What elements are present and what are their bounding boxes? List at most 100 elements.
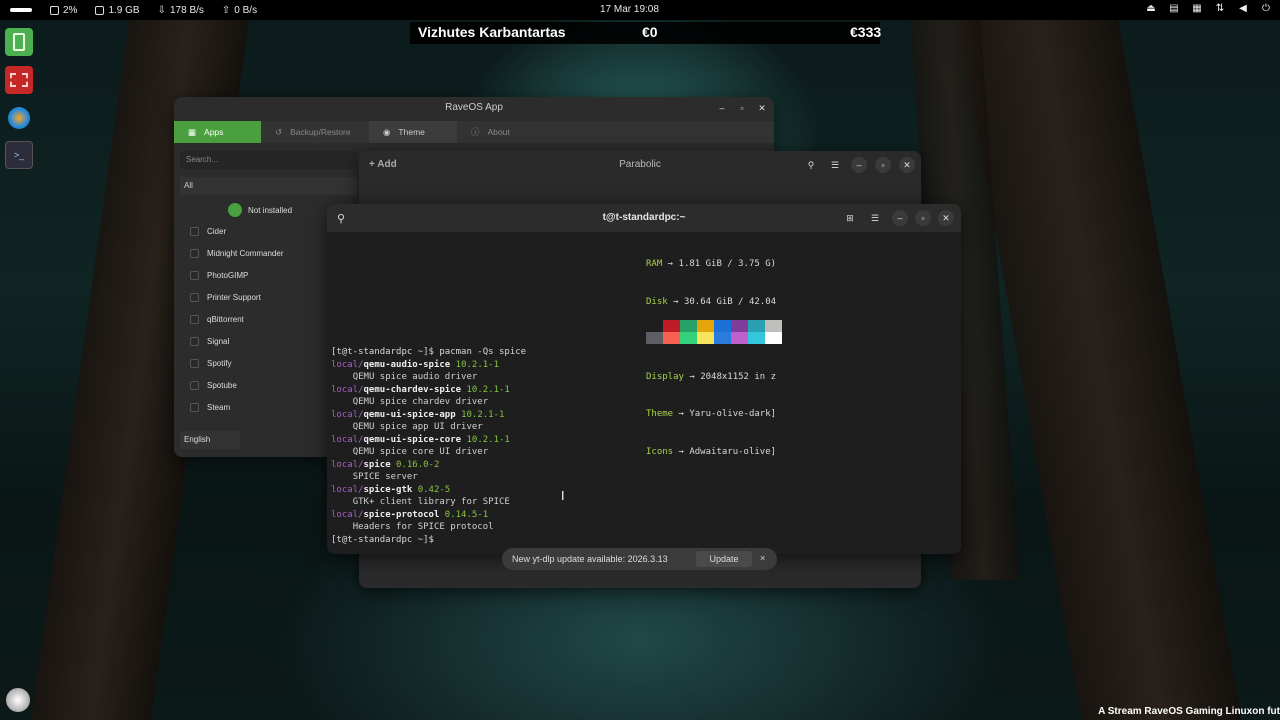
- checkbox[interactable]: [190, 359, 199, 368]
- fastfetch-line: Icons → Adwaitaru-olive]: [646, 446, 777, 457]
- clipboard-icon[interactable]: ▤: [1168, 3, 1180, 14]
- memory-indicator: 1.9 GB: [95, 5, 140, 16]
- list-item[interactable]: Spotify: [190, 359, 231, 368]
- clock[interactable]: 17 Mar 19:08: [600, 4, 659, 15]
- close-button[interactable]: ✕: [899, 157, 915, 173]
- color-swatch: [663, 332, 680, 344]
- close-button[interactable]: ✕: [938, 210, 954, 226]
- checkbox[interactable]: [190, 271, 199, 280]
- tab-theme[interactable]: ◉ Theme: [369, 121, 457, 143]
- terminal-pkg: qemu-ui-spice-app: [363, 409, 456, 420]
- activities-button[interactable]: [10, 8, 32, 12]
- package-description: QEMU spice core UI driver: [331, 446, 526, 459]
- minimize-button[interactable]: –: [851, 157, 867, 173]
- package-description: QEMU spice chardev driver: [331, 396, 526, 409]
- terminal-desc: Headers for SPICE protocol: [352, 522, 494, 532]
- apps-grid-icon: ▦: [188, 126, 197, 137]
- dock-game-icon[interactable]: [5, 66, 33, 94]
- checkbox[interactable]: [190, 403, 199, 412]
- terminal-output: [t@t-standardpc ~]$ pacman -Qs spice loca…: [331, 346, 526, 546]
- search-input[interactable]: Search...: [180, 151, 358, 169]
- apps-grid-icon[interactable]: ▦: [1191, 3, 1203, 14]
- memory-icon: [95, 5, 105, 15]
- power-icon[interactable]: ⏻: [1260, 3, 1272, 14]
- upload-icon: ⇧: [221, 4, 231, 16]
- terminal-header: ⚲ t@t-standardpc:~ ⊞ ☰ – ▫ ✕: [327, 204, 961, 232]
- list-item[interactable]: Cider: [190, 227, 226, 236]
- terminal-desc: GTK+ client library for SPICE: [352, 497, 510, 507]
- volume-icon[interactable]: ◀: [1237, 3, 1249, 14]
- minimize-button[interactable]: –: [892, 210, 908, 226]
- close-icon[interactable]: ×: [760, 553, 765, 563]
- menu-icon[interactable]: ☰: [827, 157, 843, 173]
- dock-terminal-icon[interactable]: >_: [5, 141, 33, 169]
- package-description: Headers for SPICE protocol: [331, 521, 526, 534]
- terminal-desc: QEMU spice chardev driver: [352, 397, 489, 407]
- menu-icon[interactable]: ☰: [867, 210, 883, 226]
- list-item[interactable]: Steam: [190, 403, 230, 412]
- plus-icon: +: [369, 159, 378, 170]
- terminal-repo: local/: [331, 484, 364, 495]
- terminal-text: [t@t-standardpc ~]$: [331, 347, 440, 357]
- new-tab-icon[interactable]: ⊞: [842, 210, 858, 226]
- terminal-ver: 0.16.0-2: [396, 459, 440, 470]
- finance-widget: Vizhutes Karbantartas €0 €333: [410, 22, 882, 44]
- list-item[interactable]: Printer Support: [190, 293, 261, 302]
- update-button[interactable]: Update: [696, 551, 752, 567]
- checkbox[interactable]: [190, 315, 199, 324]
- terminal-repo: local/: [331, 509, 364, 520]
- color-swatch: [646, 320, 663, 332]
- window-title: RaveOS App: [445, 102, 503, 113]
- network-icon[interactable]: ⇅: [1214, 3, 1226, 14]
- palette-icon: ◉: [383, 126, 391, 137]
- language-select[interactable]: English: [180, 431, 240, 449]
- dock-files-icon[interactable]: [5, 28, 33, 56]
- package-line: local/spice-gtk 0.42-5: [331, 484, 526, 497]
- window-title: t@t-standardpc:~: [602, 212, 686, 223]
- eject-icon[interactable]: ⏏: [1145, 3, 1157, 14]
- show-apps-icon[interactable]: [4, 686, 32, 714]
- tab-backup-restore[interactable]: ↺ Backup/Restore: [261, 121, 369, 143]
- key-icon[interactable]: ⚲: [803, 157, 819, 173]
- not-installed-toggle[interactable]: Not installed: [228, 203, 292, 217]
- info-icon: ⓘ: [471, 127, 480, 137]
- package-line: local/qemu-audio-spice 10.2.1-1: [331, 359, 526, 372]
- add-button[interactable]: + Add: [369, 159, 397, 170]
- minimize-button[interactable]: –: [714, 100, 730, 116]
- maximize-button[interactable]: ▫: [734, 100, 750, 116]
- checkbox[interactable]: [190, 249, 199, 258]
- tab-apps[interactable]: ▦ Apps: [174, 121, 261, 143]
- final-prompt-line: [t@t-standardpc ~]$: [331, 534, 526, 547]
- maximize-button[interactable]: ▫: [915, 210, 931, 226]
- list-item[interactable]: Spotube: [190, 381, 237, 390]
- upload-indicator: ⇧ 0 B/s: [221, 4, 258, 16]
- list-item[interactable]: qBittorrent: [190, 315, 244, 324]
- dock-raveos-icon[interactable]: [5, 104, 33, 132]
- widget-value-1: €0: [642, 24, 658, 40]
- close-button[interactable]: ✕: [754, 100, 770, 116]
- terminal-desc: QEMU spice audio driver: [352, 372, 478, 382]
- widget-value-2: €333: [850, 24, 882, 40]
- terminal-pkg: qemu-ui-spice-core: [363, 434, 462, 445]
- list-item[interactable]: Midnight Commander: [190, 249, 283, 258]
- terminal-ver: 10.2.1-1: [466, 434, 510, 445]
- terminal-text: pacman -Qs spice: [439, 347, 527, 357]
- checkbox[interactable]: [190, 381, 199, 390]
- checkbox[interactable]: [190, 227, 199, 236]
- tab-about[interactable]: ⓘ About: [457, 121, 774, 143]
- terminal-desc: QEMU spice app UI driver: [352, 422, 483, 432]
- terminal-ver: 10.2.1-1: [461, 409, 505, 420]
- terminal-ver: 0.14.5-1: [444, 509, 489, 520]
- checkbox[interactable]: [190, 337, 199, 346]
- maximize-button[interactable]: ▫: [875, 157, 891, 173]
- history-icon: ↺: [275, 126, 283, 137]
- checkbox[interactable]: [190, 293, 199, 302]
- category-select[interactable]: All: [180, 177, 358, 195]
- list-item[interactable]: Signal: [190, 337, 229, 346]
- list-item[interactable]: PhotoGIMP: [190, 271, 248, 280]
- terminal-window[interactable]: ⚲ t@t-standardpc:~ ⊞ ☰ – ▫ ✕ RAM → 1.81 …: [327, 204, 961, 554]
